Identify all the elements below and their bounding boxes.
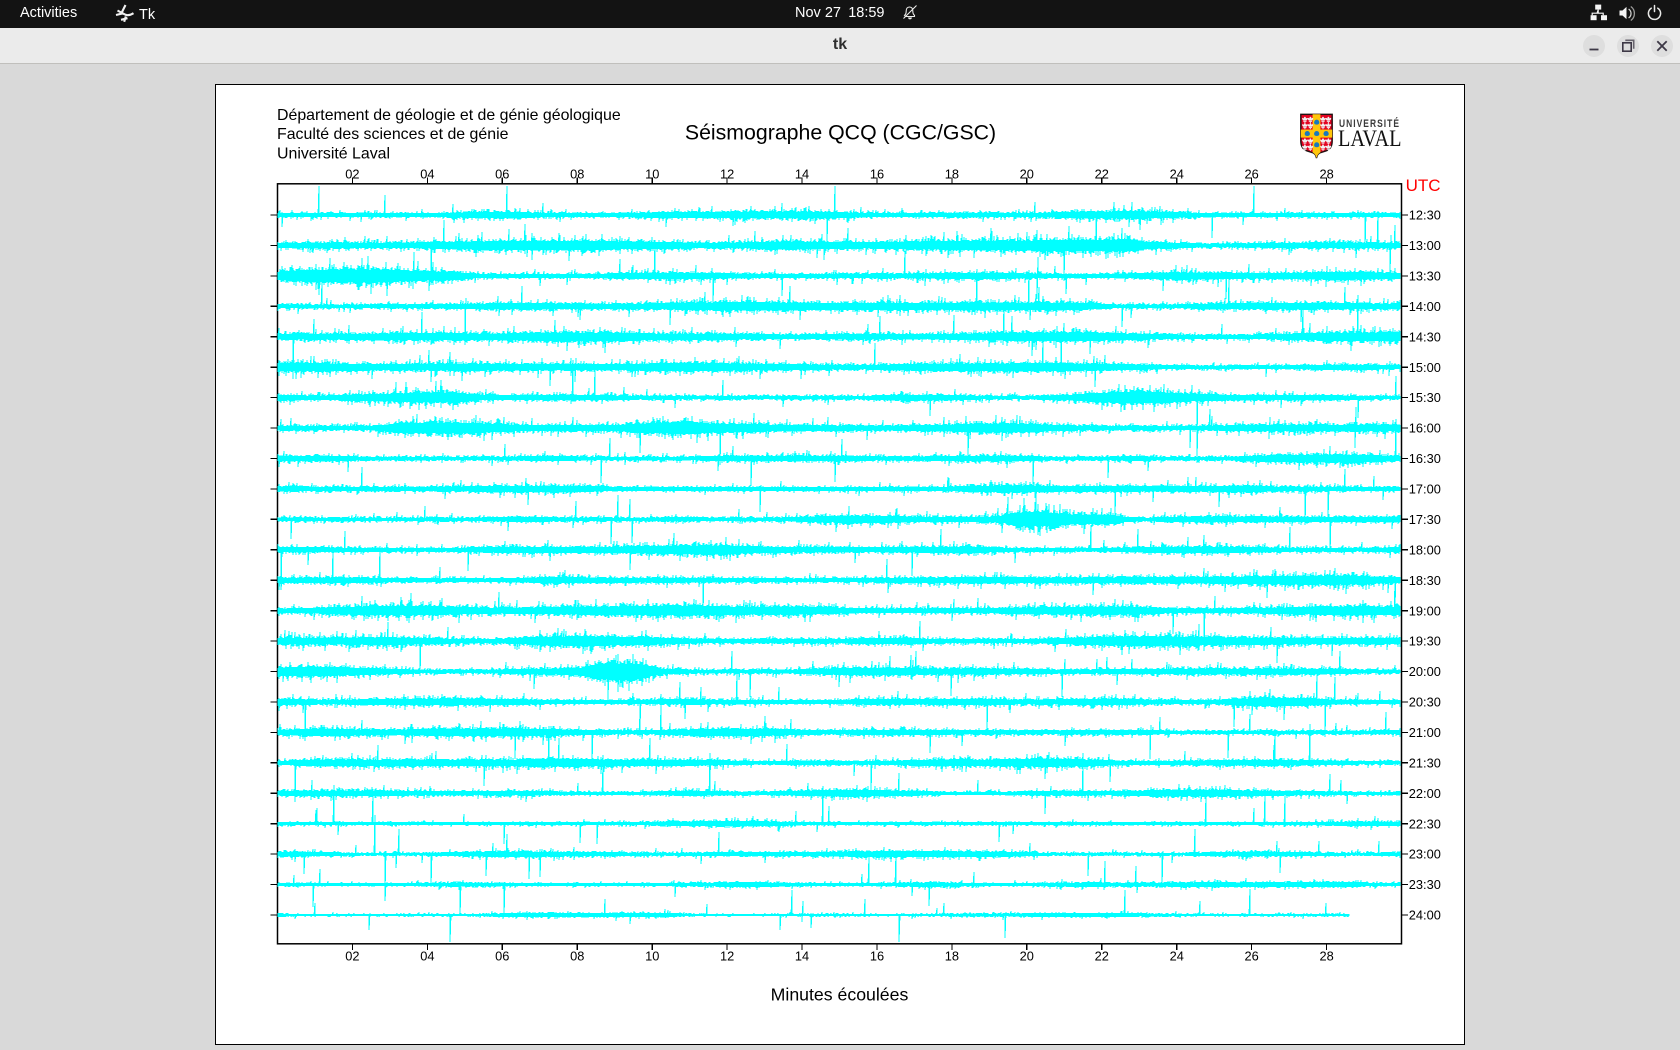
svg-text:20: 20: [1020, 166, 1034, 181]
svg-text:22: 22: [1095, 166, 1109, 181]
svg-text:Séismographe QCQ (CGC/GSC): Séismographe QCQ (CGC/GSC): [685, 121, 996, 145]
svg-text:21:30: 21:30: [1409, 755, 1441, 770]
svg-text:Minutes écoulées: Minutes écoulées: [771, 985, 909, 1005]
svg-text:Faculté des sciences et de gén: Faculté des sciences et de génie: [277, 126, 509, 143]
svg-text:16: 16: [870, 166, 884, 181]
svg-text:UTC: UTC: [1406, 176, 1441, 195]
svg-text:16:00: 16:00: [1409, 421, 1441, 436]
svg-text:08: 08: [570, 948, 584, 963]
svg-text:18:00: 18:00: [1409, 542, 1441, 557]
svg-text:06: 06: [495, 166, 509, 181]
svg-text:14:30: 14:30: [1409, 329, 1441, 344]
svg-text:22: 22: [1095, 948, 1109, 963]
svg-text:Université Laval: Université Laval: [277, 145, 390, 162]
svg-text:14:00: 14:00: [1409, 299, 1441, 314]
svg-text:04: 04: [420, 948, 434, 963]
svg-text:20: 20: [1020, 948, 1034, 963]
svg-text:20:00: 20:00: [1409, 664, 1441, 679]
svg-text:LAVAL: LAVAL: [1338, 126, 1402, 151]
svg-text:13:30: 13:30: [1409, 269, 1441, 284]
svg-text:28: 28: [1319, 948, 1333, 963]
svg-text:14: 14: [795, 948, 809, 963]
svg-text:15:00: 15:00: [1409, 360, 1441, 375]
svg-text:16: 16: [870, 948, 884, 963]
svg-text:12: 12: [720, 948, 734, 963]
svg-text:26: 26: [1244, 166, 1258, 181]
svg-text:08: 08: [570, 166, 584, 181]
svg-text:14: 14: [795, 166, 809, 181]
svg-text:22:30: 22:30: [1409, 816, 1441, 831]
svg-text:02: 02: [345, 948, 359, 963]
svg-text:16:30: 16:30: [1409, 451, 1441, 466]
svg-text:06: 06: [495, 948, 509, 963]
svg-text:22:00: 22:00: [1409, 786, 1441, 801]
svg-text:17:00: 17:00: [1409, 482, 1441, 497]
svg-text:12: 12: [720, 166, 734, 181]
svg-text:24:00: 24:00: [1409, 908, 1441, 923]
svg-text:23:30: 23:30: [1409, 877, 1441, 892]
svg-text:15:30: 15:30: [1409, 390, 1441, 405]
svg-text:13:00: 13:00: [1409, 238, 1441, 253]
svg-text:Département de géologie et de: Département de géologie et de génie géol…: [277, 107, 621, 124]
svg-text:20:30: 20:30: [1409, 695, 1441, 710]
svg-text:24: 24: [1170, 166, 1184, 181]
svg-text:19:30: 19:30: [1409, 634, 1441, 649]
svg-text:12:30: 12:30: [1409, 208, 1441, 223]
svg-text:10: 10: [645, 948, 659, 963]
svg-text:10: 10: [645, 166, 659, 181]
svg-text:Tk: Tk: [139, 7, 156, 23]
svg-text:02: 02: [345, 166, 359, 181]
svg-text:28: 28: [1319, 166, 1333, 181]
svg-text:18: 18: [945, 166, 959, 181]
svg-text:19:00: 19:00: [1409, 603, 1441, 618]
svg-text:04: 04: [420, 166, 434, 181]
svg-text:18:30: 18:30: [1409, 573, 1441, 588]
svg-text:17:30: 17:30: [1409, 512, 1441, 527]
svg-text:18: 18: [945, 948, 959, 963]
svg-text:23:00: 23:00: [1409, 847, 1441, 862]
svg-text:21:00: 21:00: [1409, 725, 1441, 740]
svg-text:24: 24: [1170, 948, 1184, 963]
svg-text:26: 26: [1244, 948, 1258, 963]
